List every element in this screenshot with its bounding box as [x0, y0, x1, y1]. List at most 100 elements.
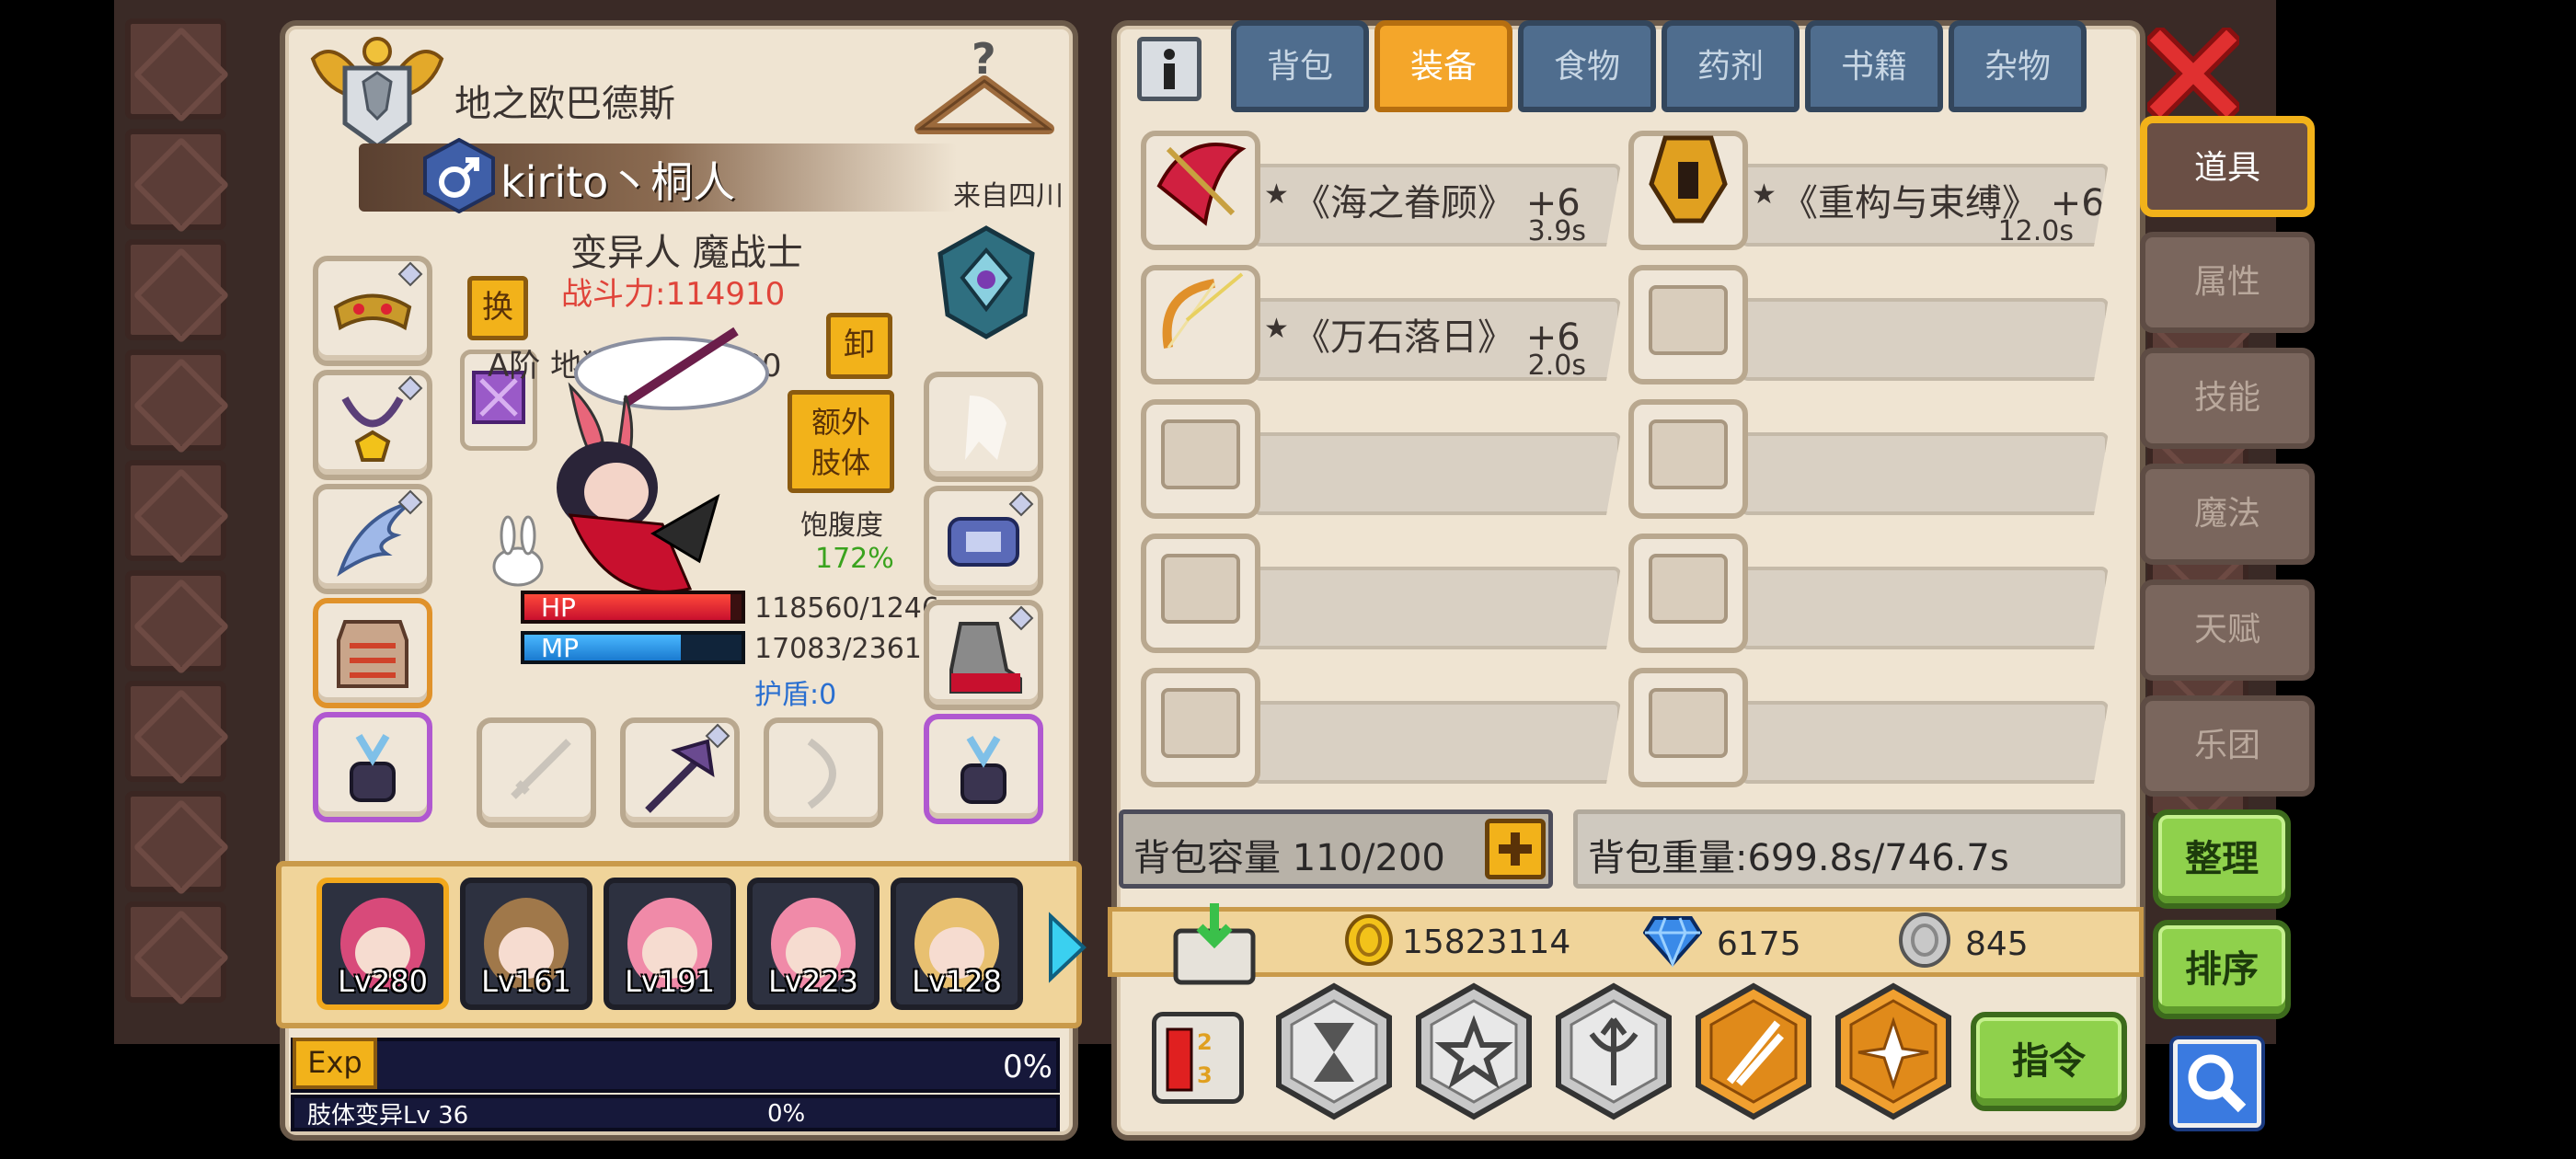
item-slot[interactable] — [1141, 668, 1260, 787]
ranking-icon[interactable]: 23 — [1152, 1012, 1244, 1104]
slot-armor[interactable] — [313, 598, 432, 708]
bunny-pet — [486, 515, 550, 589]
inventory-item[interactable] — [1628, 399, 2109, 519]
side-tab-4[interactable]: 天赋 — [2140, 580, 2315, 681]
hero-level: Lv280 — [338, 964, 428, 999]
hanger-icon[interactable]: ? — [911, 34, 1058, 147]
hero-level: Lv128 — [912, 964, 1002, 999]
slot-ring-left[interactable] — [313, 712, 432, 822]
item-slot[interactable] — [1141, 534, 1260, 653]
combat-power: 战斗力:114910 — [561, 276, 786, 313]
character-origin: 来自四川 — [953, 180, 1064, 212]
inventory-item[interactable] — [1628, 534, 2109, 653]
side-tab-3[interactable]: 魔法 — [2140, 464, 2315, 565]
hero-portrait[interactable]: Lv128 — [891, 878, 1023, 1010]
tab-2[interactable]: 食物 — [1518, 20, 1656, 112]
slot-wing[interactable] — [313, 484, 432, 594]
mp-bar: MP — [521, 631, 745, 664]
star-icon: ★ — [1264, 178, 1289, 211]
inventory-item[interactable] — [1628, 265, 2109, 384]
hero-portrait[interactable]: Lv191 — [604, 878, 736, 1010]
inventory-item[interactable] — [1141, 399, 1621, 519]
star-icon[interactable] — [1409, 982, 1538, 1120]
satiety-label: 饱腹度 — [800, 510, 883, 542]
mp-label: MP — [541, 633, 580, 663]
item-bar: ★ 《万石落日》 +6 2.0s — [1253, 298, 1621, 381]
star-icon: ★ — [1752, 178, 1777, 211]
slot-bow[interactable] — [764, 717, 883, 828]
mp-value: 17083/23615 — [754, 633, 939, 665]
tab-5[interactable]: 杂物 — [1949, 20, 2087, 112]
hero-portrait[interactable]: Lv223 — [747, 878, 880, 1010]
command-button[interactable]: 指令 — [1971, 1012, 2127, 1111]
sea-blessing-item-icon — [1150, 131, 1251, 232]
add-capacity-button[interactable] — [1485, 819, 1546, 879]
tab-4[interactable]: 书籍 — [1805, 20, 1943, 112]
hp-value: 118560/1246 — [754, 592, 939, 625]
inventory-item[interactable] — [1141, 534, 1621, 653]
slot-cape[interactable] — [924, 372, 1043, 482]
hero-level: Lv191 — [625, 964, 715, 999]
item-time: 2.0s — [1527, 350, 1586, 382]
tab-3[interactable]: 药剂 — [1662, 20, 1800, 112]
side-tab-0[interactable]: 道具 — [2140, 116, 2315, 217]
item-slot[interactable] — [1141, 399, 1260, 519]
character-name: kirito丶桐人 — [500, 157, 736, 207]
trident-icon[interactable] — [1549, 982, 1678, 1120]
item-bar — [1253, 567, 1621, 649]
item-bar — [1741, 567, 2109, 649]
info-button[interactable] — [1137, 37, 1202, 101]
item-bar — [1741, 298, 2109, 381]
tab-1[interactable]: 装备 — [1374, 20, 1512, 112]
swap-button[interactable]: 换 — [467, 276, 528, 340]
store-icon[interactable] — [1168, 903, 1260, 986]
item-slot[interactable] — [1628, 399, 1748, 519]
order-button[interactable]: 排序 — [2153, 920, 2291, 1019]
side-tab-2[interactable]: 技能 — [2140, 348, 2315, 449]
side-tab-5[interactable]: 乐团 — [2140, 695, 2315, 797]
unequip-button[interactable]: 卸 — [826, 313, 892, 379]
extra-limb-button[interactable]: 额外 肢体 — [788, 390, 894, 493]
hp-label: HP — [541, 592, 576, 623]
hero-portrait[interactable]: Lv280 — [316, 878, 449, 1010]
slot-sword[interactable] — [477, 717, 596, 828]
item-bar — [1253, 432, 1621, 515]
slot-headband[interactable] — [313, 256, 432, 366]
gold-amount: 15823114 — [1402, 924, 1571, 961]
sword-skill-icon[interactable] — [1689, 982, 1818, 1120]
svg-text:3: 3 — [1197, 1062, 1213, 1088]
shield-value: 护盾:0 — [754, 679, 837, 711]
hero-portrait[interactable]: Lv161 — [460, 878, 592, 1010]
item-bar — [1253, 701, 1621, 784]
slot-necklace[interactable] — [313, 370, 432, 480]
character-title: 地之欧巴德斯 — [454, 83, 675, 125]
hp-bar: HP — [521, 591, 745, 624]
item-bar — [1741, 701, 2109, 784]
side-tab-1[interactable]: 属性 — [2140, 232, 2315, 333]
item-bar: ★ 《重构与束缚》 +6 12.0s — [1741, 164, 2109, 247]
inventory-item[interactable] — [1628, 668, 2109, 787]
sort-button[interactable]: 整理 — [2153, 809, 2291, 909]
next-arrow-icon[interactable] — [1043, 911, 1089, 984]
shield-crest-icon — [933, 223, 1040, 342]
tab-0[interactable]: 背包 — [1231, 20, 1369, 112]
item-slot[interactable] — [1628, 265, 1748, 384]
search-icon[interactable] — [2173, 1039, 2261, 1128]
satiety-value: 172% — [815, 543, 894, 575]
inventory-item[interactable] — [1141, 668, 1621, 787]
item-time: 3.9s — [1527, 215, 1586, 247]
hourglass-icon[interactable] — [1270, 982, 1398, 1120]
close-icon[interactable] — [2143, 23, 2244, 124]
slot-ring-right[interactable] — [924, 714, 1043, 824]
item-time: 12.0s — [1997, 215, 2074, 247]
hero-level: Lv223 — [768, 964, 858, 999]
slot-axe[interactable] — [620, 717, 740, 828]
hero-level: Lv161 — [481, 964, 571, 999]
mutation-percent: 0% — [767, 1100, 806, 1128]
slot-boots[interactable] — [924, 600, 1043, 710]
item-slot[interactable] — [1628, 668, 1748, 787]
item-slot[interactable] — [1628, 534, 1748, 653]
slot-belt[interactable] — [924, 486, 1043, 596]
shuriken-icon[interactable] — [1829, 982, 1958, 1120]
diamond-amount: 6175 — [1717, 925, 1801, 963]
